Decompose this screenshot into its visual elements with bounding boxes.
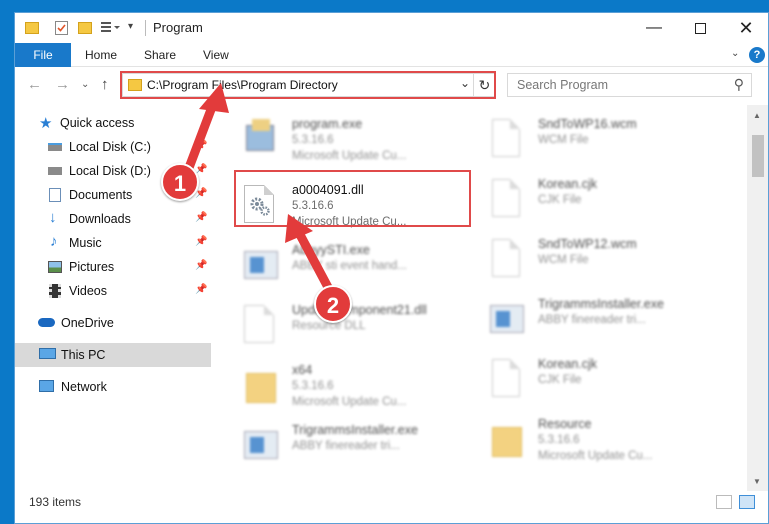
annotation-arrows (182, 83, 335, 296)
explorer-window: ▾ Program — ✕ File Home Share View ⌄ ? ←… (14, 12, 769, 524)
step-badge-1: 1 (161, 163, 199, 201)
arrow-to-file (285, 214, 335, 296)
step-badge-2: 2 (314, 285, 352, 323)
arrow-to-address-bar (182, 83, 229, 178)
